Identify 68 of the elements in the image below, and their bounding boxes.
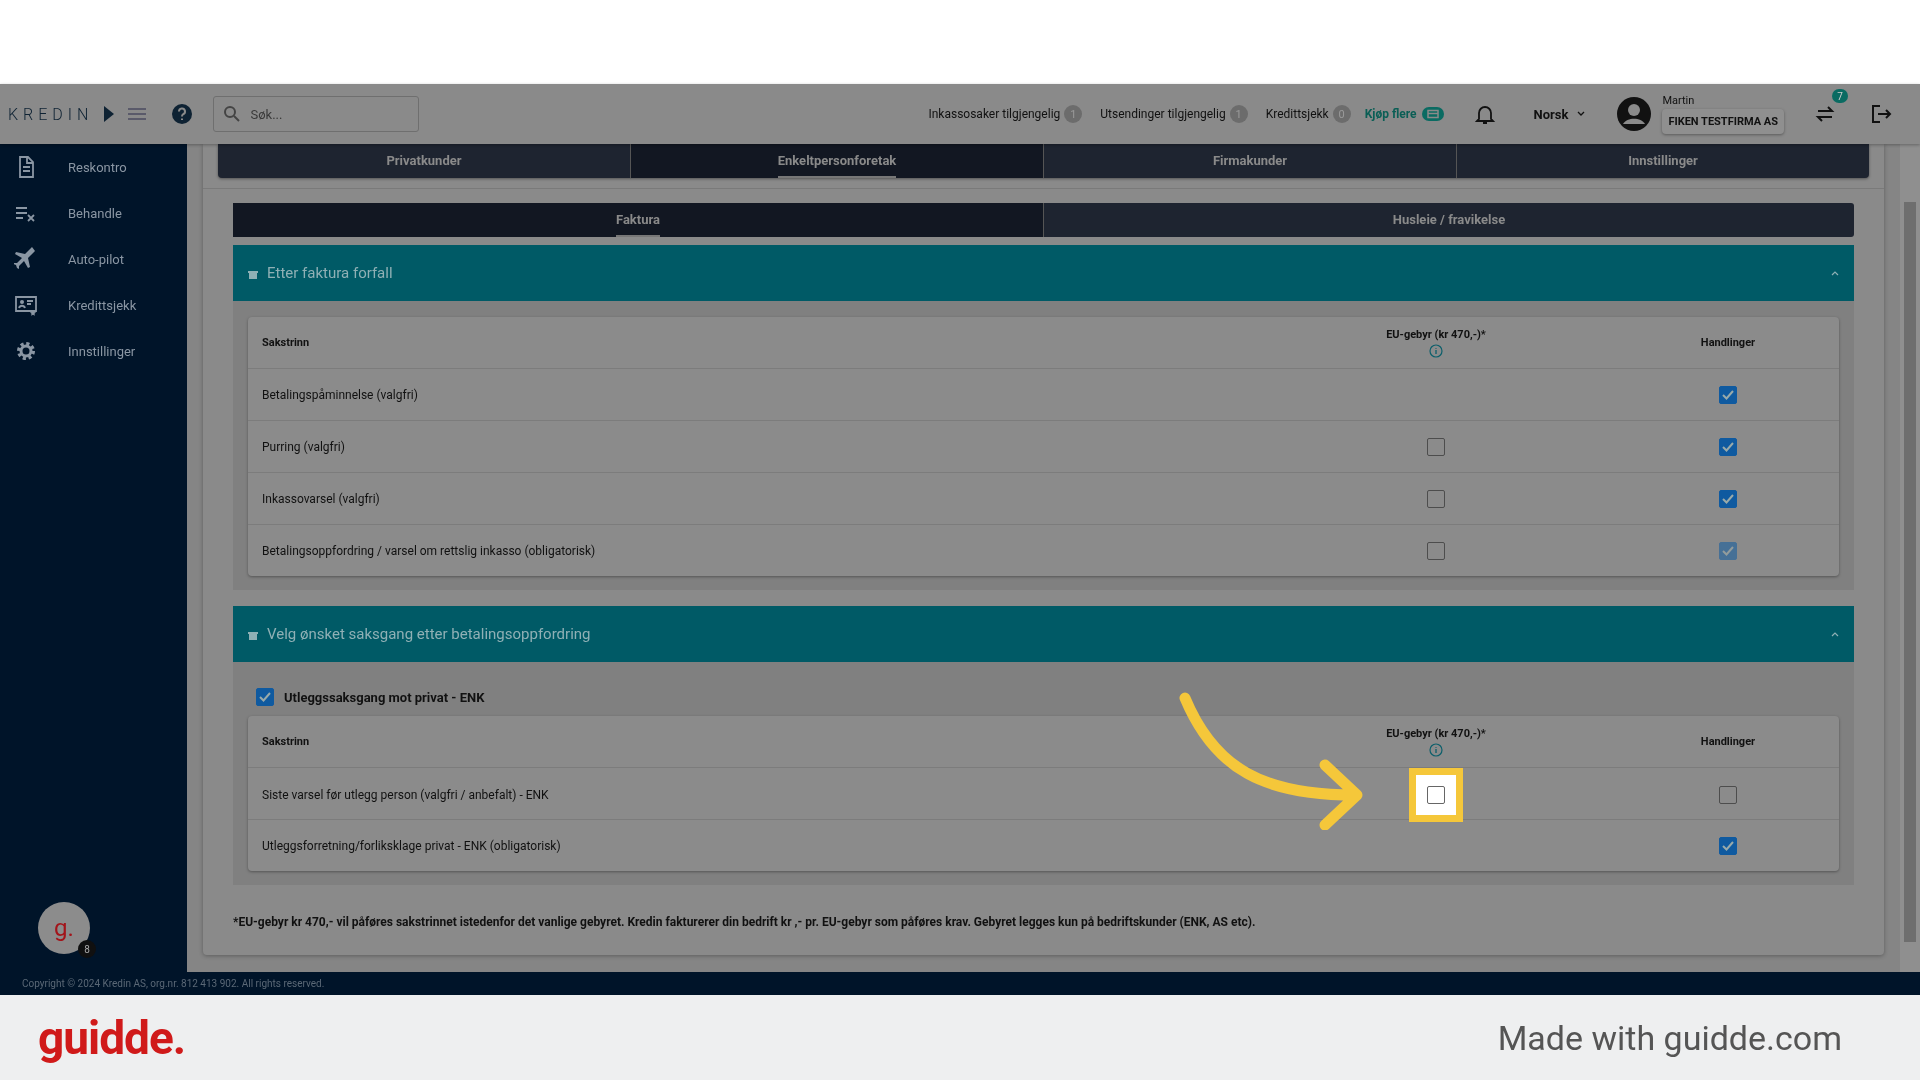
- user-name: Martin: [1662, 94, 1696, 107]
- counter-label: Inkassosaker tilgjengelig: [928, 107, 1061, 121]
- id-card-icon: [14, 293, 38, 317]
- panel-title: Etter faktura forfall: [267, 264, 393, 282]
- panel-header[interactable]: Etter faktura forfall: [233, 245, 1854, 301]
- panel-header[interactable]: Velg ønsket saksgang etter betalingsoppfordring: [233, 606, 1854, 662]
- collapse-icon[interactable]: [1830, 630, 1840, 638]
- search-field[interactable]: Søk...: [213, 96, 420, 132]
- checkbox[interactable]: [1719, 385, 1737, 404]
- counter-label: Utsendinger tilgjengelig: [1100, 107, 1226, 121]
- collapse-icon[interactable]: [1830, 269, 1840, 277]
- table-cell-text: Siste varsel før utlegg person (valgfri / anbefalt) - ENK: [262, 788, 550, 802]
- column-header: EU-gebyr (kr 470,-)*: [1386, 327, 1486, 341]
- checkbox[interactable]: [256, 688, 274, 706]
- sidebar-item[interactable]: Reskontro: [0, 144, 187, 190]
- table-cell-text: Betalingsoppfordring / varsel om rettslig inkasso (obligatorisk): [262, 543, 597, 558]
- logo[interactable]: KREDIN: [8, 104, 94, 124]
- column-header: Sakstrinn: [262, 735, 311, 748]
- sidebar-item[interactable]: Behandle: [0, 190, 187, 236]
- option-label: Utleggssaksgang mot privat - ENK: [284, 689, 485, 705]
- checkbox[interactable]: [1427, 541, 1445, 560]
- logout-icon[interactable]: [1870, 103, 1892, 125]
- scrollbar[interactable]: [1900, 144, 1920, 972]
- tagline: Made with guidde.com: [1497, 1017, 1842, 1058]
- footnote: *EU-gebyr kr 470,- vil påføres sakstrinnet istedenfor det vanlige gebyret. Kredin fakturerer din bedrift kr ,- pr. EU-gebyr som påføres krav. Gebyret legges kun på bedriftskunder (ENK, AS etc).: [233, 915, 1257, 929]
- info-icon[interactable]: [1429, 742, 1443, 757]
- info-icon[interactable]: [1429, 343, 1443, 358]
- table-cell-text: Betalingspåminnelse (valgfri): [262, 387, 419, 402]
- checkbox[interactable]: [1427, 437, 1445, 456]
- sidebar-item[interactable]: Kredittsjekk: [0, 282, 187, 328]
- tab[interactable]: Enkeltpersonforetak: [631, 144, 1044, 178]
- counter-label: Kredittsjekk: [1265, 107, 1329, 121]
- table-cell-text: Inkassovarsel (valgfri): [262, 491, 381, 506]
- tab[interactable]: Husleie / fravikelse: [1044, 203, 1854, 237]
- sidebar-item[interactable]: Innstillinger: [0, 328, 187, 374]
- notification-badge: 7: [1832, 89, 1848, 103]
- column-header: EU-gebyr (kr 470,-)*: [1386, 726, 1486, 740]
- copyright: Copyright © 2024 Kredin AS, org.nr. 812 413 902. All rights reserved.: [22, 978, 325, 989]
- checkbox[interactable]: [1719, 437, 1737, 456]
- menu-icon[interactable]: [127, 106, 148, 122]
- caret-icon: [1576, 110, 1587, 118]
- tab[interactable]: Firmakunder: [1044, 144, 1457, 178]
- avatar-badge: 8: [78, 940, 96, 958]
- search-icon: [223, 105, 242, 123]
- plane-icon: [14, 247, 38, 271]
- checkbox[interactable]: [1719, 489, 1737, 508]
- brand-logo: guidde.: [38, 1010, 186, 1065]
- bell-icon[interactable]: [1473, 103, 1496, 125]
- table-cell-text: Purring (valgfri): [262, 439, 346, 454]
- chevron-icon: [103, 105, 116, 123]
- sidebar-item[interactable]: Auto-pilot: [0, 236, 187, 282]
- column-header: Handlinger: [1699, 735, 1757, 748]
- checkbox[interactable]: [1719, 786, 1737, 804]
- column-header: Sakstrinn: [262, 336, 311, 349]
- user-icon[interactable]: [1616, 96, 1653, 132]
- panel-title: Velg ønsket saksgang etter betalingsoppfordring: [267, 625, 591, 643]
- help-icon[interactable]: [171, 103, 194, 125]
- checkbox[interactable]: [1719, 836, 1737, 855]
- checkbox[interactable]: [1427, 489, 1445, 508]
- table-cell-text: Utleggsforretning/forliksklage privat - ENK (obligatorisk): [262, 838, 562, 853]
- checkbox[interactable]: [1409, 768, 1463, 822]
- company-button[interactable]: FIKEN TESTFIRMA AS: [1662, 109, 1784, 134]
- language-select[interactable]: Norsk: [1527, 105, 1593, 123]
- card-icon: [1421, 107, 1444, 121]
- tab[interactable]: Faktura: [233, 203, 1044, 237]
- gear-icon: [14, 339, 38, 363]
- tab[interactable]: Innstillinger: [1457, 144, 1869, 178]
- column-header: Handlinger: [1699, 336, 1757, 349]
